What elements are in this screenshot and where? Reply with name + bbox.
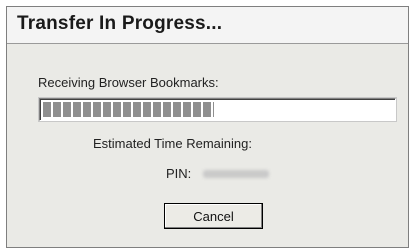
cancel-button[interactable]: Cancel [164,203,263,229]
receiving-label: Receiving Browser Bookmarks: [38,75,219,90]
pin-label: PIN: [166,166,192,181]
eta-label: Estimated Time Remaining: [93,136,252,151]
pin-value-redacted [203,170,269,178]
title-bar: Transfer In Progress... [7,7,408,44]
dialog-title: Transfer In Progress... [17,13,223,34]
transfer-dialog: Transfer In Progress... Receiving Browse… [6,6,409,248]
dialog-content: Receiving Browser Bookmarks: Estimated T… [7,44,408,247]
progress-fill [43,102,214,117]
transfer-progress-bar [39,98,396,121]
